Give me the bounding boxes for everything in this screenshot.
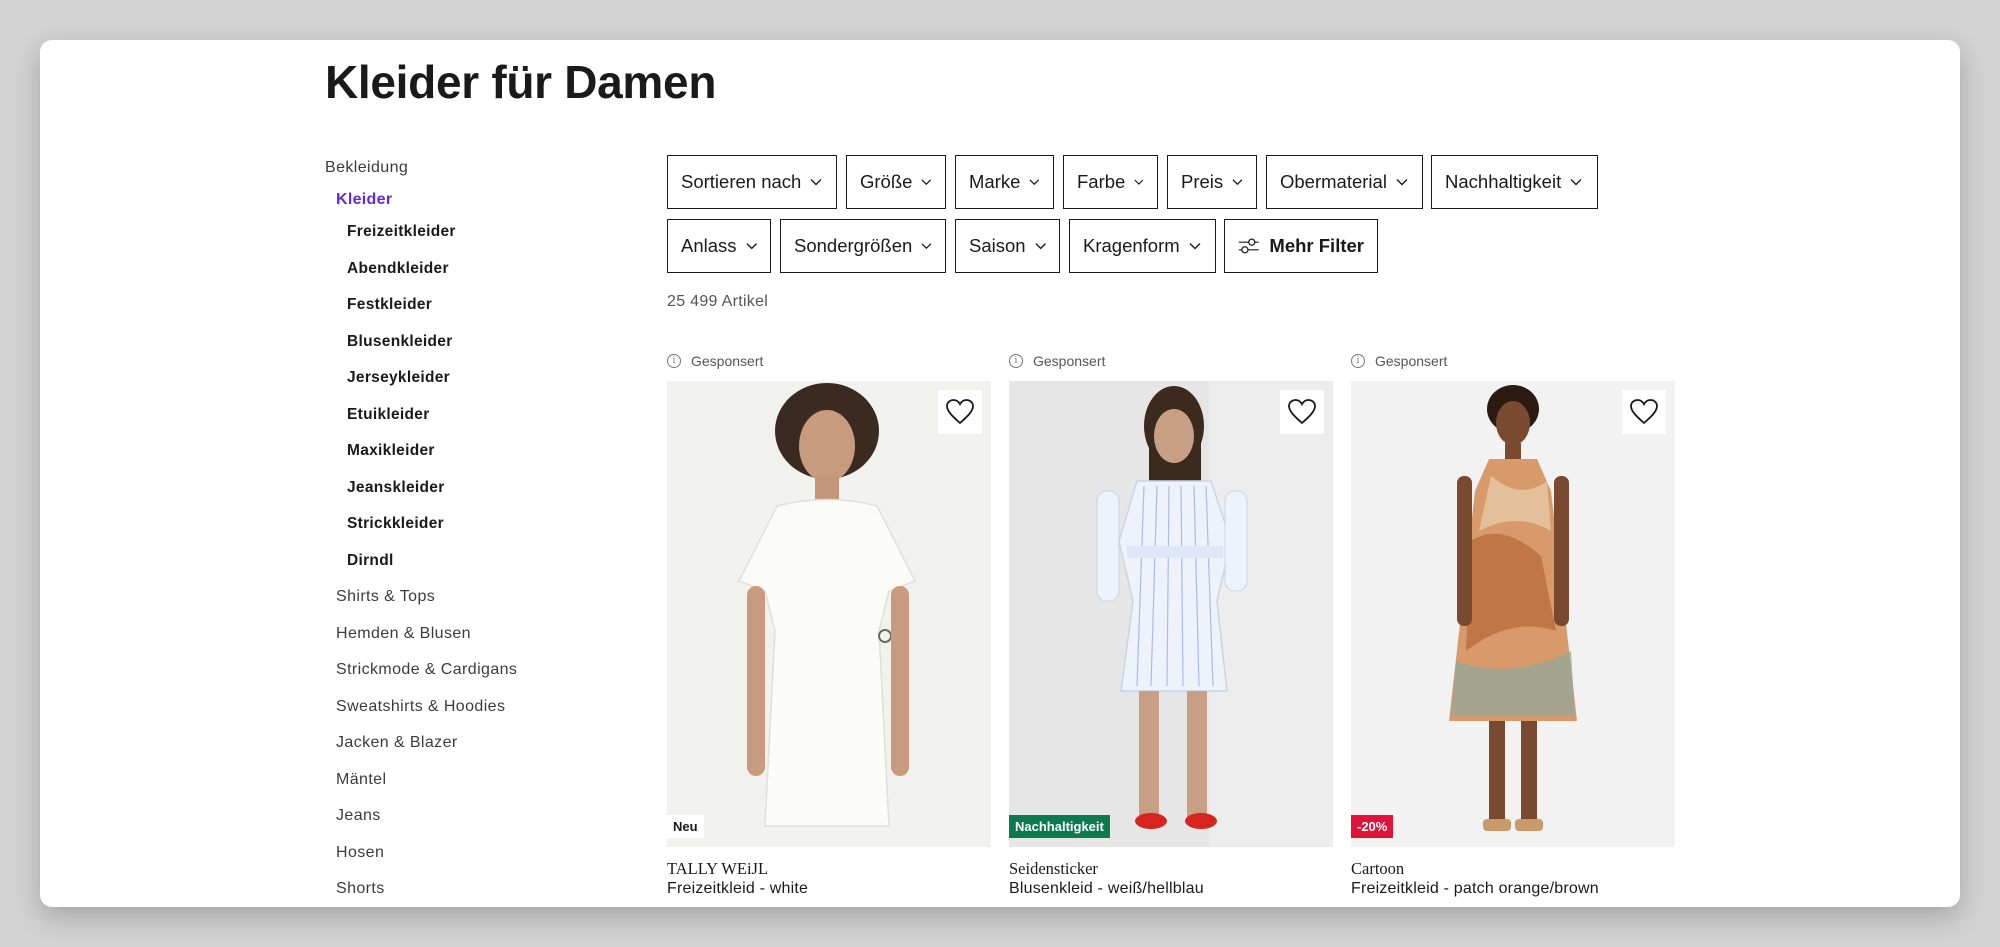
sidebar-item-bekleidung[interactable]: Bekleidung xyxy=(325,159,408,177)
sidebar-subitem-blusenkleider[interactable]: Blusenkleider xyxy=(347,333,453,351)
heart-icon xyxy=(1288,399,1316,425)
chevron-down-icon xyxy=(1035,243,1046,250)
more-filters-label: Mehr Filter xyxy=(1269,235,1364,256)
sidebar-subitem-freizeitkleider[interactable]: Freizeitkleider xyxy=(347,223,456,241)
product-brand: Seidensticker xyxy=(1009,859,1098,878)
result-count: 25 499 Artikel xyxy=(667,293,769,310)
material-label: Obermaterial xyxy=(1280,171,1387,192)
product-badge: Nachhaltigkeit xyxy=(1009,815,1110,838)
sponsored-text: Gesponsert xyxy=(1033,353,1106,369)
sidebar-item-jeans[interactable]: Jeans xyxy=(336,807,381,825)
brand-label: Marke xyxy=(969,171,1021,192)
size-label: Größe xyxy=(860,171,913,192)
sidebar-item-kleider[interactable]: Kleider xyxy=(336,191,392,209)
product-image[interactable]: -20% xyxy=(1351,381,1675,847)
sidebar-item-sweatshirts-hoodies[interactable]: Sweatshirts & Hoodies xyxy=(336,698,505,716)
brand-dropdown[interactable]: Marke xyxy=(955,155,1054,209)
special-sizes-dropdown[interactable]: Sondergrößen xyxy=(780,219,946,273)
sidebar-subitem-maxikleider[interactable]: Maxikleider xyxy=(347,442,435,460)
sidebar-item-strickmode-cardigans[interactable]: Strickmode & Cardigans xyxy=(336,661,517,679)
sustainability-dropdown[interactable]: Nachhaltigkeit xyxy=(1431,155,1598,209)
chevron-down-icon xyxy=(1189,243,1201,250)
wishlist-button[interactable] xyxy=(1622,390,1666,434)
occasion-dropdown[interactable]: Anlass xyxy=(667,219,771,273)
price-dropdown[interactable]: Preis xyxy=(1167,155,1257,209)
heart-icon xyxy=(946,399,974,425)
sidebar-item-shirts-tops[interactable]: Shirts & Tops xyxy=(336,588,435,606)
sidebar-item-maentel[interactable]: Mäntel xyxy=(336,771,386,789)
size-dropdown[interactable]: Größe xyxy=(846,155,946,209)
sidebar-subitem-abendkleider[interactable]: Abendkleider xyxy=(347,260,449,278)
sidebar-item-hosen[interactable]: Hosen xyxy=(336,844,384,862)
color-label: Farbe xyxy=(1077,171,1126,192)
sidebar-item-jacken-blazer[interactable]: Jacken & Blazer xyxy=(336,734,458,752)
sustainability-label: Nachhaltigkeit xyxy=(1445,171,1562,192)
chevron-down-icon xyxy=(1570,179,1582,186)
sliders-icon xyxy=(1238,238,1259,254)
season-label: Saison xyxy=(969,235,1026,256)
product-name: Freizeitkleid - patch orange/brown xyxy=(1351,880,1599,897)
product-brand: Cartoon xyxy=(1351,859,1405,878)
product-name: Freizeitkleid - white xyxy=(667,880,809,897)
chevron-down-icon xyxy=(921,243,932,250)
chevron-down-icon xyxy=(746,243,757,250)
browser-window: Kleider für Damen Bekleidung Kleider Fre… xyxy=(40,40,1960,907)
more-filters-button[interactable]: Mehr Filter xyxy=(1224,219,1378,273)
collar-label: Kragenform xyxy=(1083,235,1180,256)
chevron-down-icon xyxy=(810,179,822,186)
sidebar-subitem-jeanskleider[interactable]: Jeanskleider xyxy=(347,479,445,497)
wishlist-button[interactable] xyxy=(938,390,982,434)
sidebar-subitem-strickkleider[interactable]: Strickkleider xyxy=(347,515,444,533)
special-sizes-label: Sondergrößen xyxy=(794,235,913,256)
occasion-label: Anlass xyxy=(681,235,737,256)
sponsored-text: Gesponsert xyxy=(1375,353,1448,369)
collar-dropdown[interactable]: Kragenform xyxy=(1069,219,1216,273)
heart-icon xyxy=(1630,399,1658,425)
product-photo xyxy=(1009,381,1333,847)
sidebar-subitem-dirndl[interactable]: Dirndl xyxy=(347,552,394,570)
color-dropdown[interactable]: Farbe xyxy=(1063,155,1158,209)
wishlist-button[interactable] xyxy=(1280,390,1324,434)
info-icon[interactable]: i xyxy=(667,354,681,368)
sort-label: Sortieren nach xyxy=(681,171,802,192)
chevron-down-icon xyxy=(1134,179,1144,185)
info-icon[interactable]: i xyxy=(1009,354,1023,368)
chevron-down-icon xyxy=(1396,179,1408,186)
product-photo xyxy=(1351,381,1675,847)
sponsored-label: i Gesponsert xyxy=(1351,353,1447,369)
product-photo xyxy=(667,381,991,847)
chevron-down-icon xyxy=(1029,179,1040,186)
product-brand: TALLY WEiJL xyxy=(667,859,769,878)
price-label: Preis xyxy=(1181,171,1224,192)
sidebar-subitem-jerseykleider[interactable]: Jerseykleider xyxy=(347,369,450,387)
material-dropdown[interactable]: Obermaterial xyxy=(1266,155,1423,209)
info-icon[interactable]: i xyxy=(1351,354,1365,368)
sidebar-item-shorts[interactable]: Shorts xyxy=(336,880,385,898)
sponsored-label: i Gesponsert xyxy=(1009,353,1105,369)
page-title: Kleider für Damen xyxy=(325,56,717,108)
product-name: Blusenkleid - weiß/hellblau xyxy=(1009,880,1204,897)
product-badge: Neu xyxy=(667,815,704,838)
product-image[interactable]: Neu xyxy=(667,381,991,847)
sidebar-subitem-etuikleider[interactable]: Etuikleider xyxy=(347,406,430,424)
season-dropdown[interactable]: Saison xyxy=(955,219,1060,273)
sidebar-item-hemden-blusen[interactable]: Hemden & Blusen xyxy=(336,625,471,643)
sponsored-label: i Gesponsert xyxy=(667,353,763,369)
product-image[interactable]: Nachhaltigkeit xyxy=(1009,381,1333,847)
sponsored-text: Gesponsert xyxy=(691,353,764,369)
chevron-down-icon xyxy=(921,179,932,186)
sidebar-subitem-festkleider[interactable]: Festkleider xyxy=(347,296,432,314)
sort-dropdown[interactable]: Sortieren nach xyxy=(667,155,837,209)
chevron-down-icon xyxy=(1232,179,1243,186)
product-badge: -20% xyxy=(1351,815,1394,838)
